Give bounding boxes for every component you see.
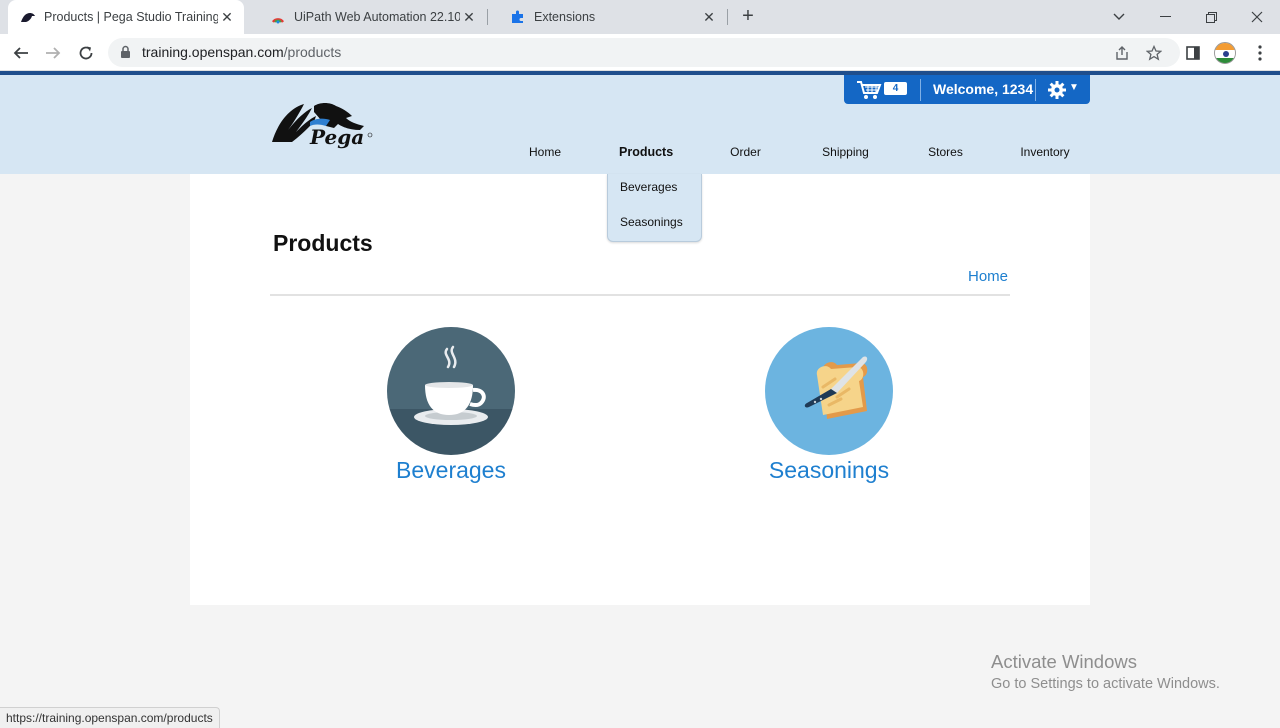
forward-button[interactable] <box>40 40 66 66</box>
close-window-button[interactable] <box>1234 0 1280 34</box>
site-header: Pega 4 Welcome, 1234 ▼ Home Products Ord… <box>0 75 1280 174</box>
restore-button[interactable] <box>1188 0 1234 34</box>
watermark-title: Activate Windows <box>991 651 1137 672</box>
tab-divider <box>727 9 728 25</box>
close-icon[interactable]: ✕ <box>218 9 236 26</box>
category-seasonings[interactable]: Seasonings <box>709 327 949 484</box>
cart-count-badge[interactable]: 4 <box>884 82 907 95</box>
nav-inventory[interactable]: Inventory <box>1020 145 1070 159</box>
category-beverages[interactable]: Beverages <box>331 327 571 484</box>
url-path: /products <box>283 44 342 60</box>
nav-home[interactable]: Home <box>529 145 561 159</box>
breadcrumb-home-link[interactable]: Home <box>968 268 1008 285</box>
tab-title: Extensions <box>534 10 596 24</box>
minimize-button[interactable] <box>1142 0 1188 34</box>
tab-pega-products[interactable]: Products | Pega Studio Training W ✕ <box>8 0 244 34</box>
menu-kebab-icon[interactable] <box>1247 40 1273 66</box>
tab-title: UiPath Web Automation 22.10 - C <box>294 10 460 24</box>
windows-activation-watermark: Activate Windows Go to Settings to activ… <box>991 651 1220 692</box>
new-tab-button[interactable]: + <box>738 6 758 26</box>
side-panel-icon[interactable] <box>1180 40 1206 66</box>
url-host: training.openspan.com <box>142 44 284 60</box>
close-icon[interactable]: ✕ <box>460 9 478 26</box>
divider <box>270 294 1010 296</box>
tab-search-icon[interactable] <box>1096 0 1142 34</box>
divider <box>920 79 921 101</box>
tab-divider <box>487 9 488 25</box>
url-text: training.openspan.com/products <box>142 44 341 60</box>
caret-down-icon[interactable]: ▼ <box>1069 82 1079 93</box>
svg-text:Pega: Pega <box>309 125 364 149</box>
coffee-cup-icon[interactable] <box>387 327 515 455</box>
tab-title: Products | Pega Studio Training W <box>44 10 218 24</box>
category-label[interactable]: Seasonings <box>709 457 949 484</box>
bread-knife-icon[interactable] <box>765 327 893 455</box>
uipath-icon <box>270 9 286 25</box>
tab-uipath[interactable]: UiPath Web Automation 22.10 - C ✕ <box>250 0 486 34</box>
pega-icon <box>20 9 36 25</box>
cart-icon[interactable] <box>856 80 882 105</box>
browser-tab-strip: Products | Pega Studio Training W ✕ UiPa… <box>0 0 1280 34</box>
watermark-subtitle: Go to Settings to activate Windows. <box>991 676 1220 692</box>
page-title: Products <box>273 230 373 256</box>
status-url-bubble: https://training.openspan.com/products <box>0 707 220 728</box>
nav-stores[interactable]: Stores <box>928 145 963 159</box>
pega-logo[interactable]: Pega <box>270 100 374 150</box>
bookmark-star-icon[interactable] <box>1141 40 1167 66</box>
nav-order[interactable]: Order <box>730 145 761 159</box>
products-dropdown-menu: Beverages Seasonings <box>607 174 702 242</box>
reload-button[interactable] <box>73 40 99 66</box>
back-button[interactable] <box>8 40 34 66</box>
browser-toolbar: training.openspan.com/products <box>0 34 1280 71</box>
user-bar: 4 Welcome, 1234 ▼ <box>844 75 1090 104</box>
gear-icon[interactable] <box>1047 80 1067 105</box>
dropdown-item-seasonings[interactable]: Seasonings <box>620 215 683 229</box>
tab-extensions[interactable]: Extensions ✕ <box>490 0 726 34</box>
category-label[interactable]: Beverages <box>331 457 571 484</box>
nav-shipping[interactable]: Shipping <box>822 145 869 159</box>
divider <box>1035 79 1036 101</box>
share-icon[interactable] <box>1109 40 1135 66</box>
close-icon[interactable]: ✕ <box>700 9 718 26</box>
address-bar[interactable]: training.openspan.com/products <box>108 38 1180 67</box>
welcome-text: Welcome, 1234 <box>933 81 1034 97</box>
dropdown-item-beverages[interactable]: Beverages <box>620 180 677 194</box>
nav-products[interactable]: Products <box>619 145 673 159</box>
lock-icon[interactable] <box>120 45 131 64</box>
puzzle-icon <box>510 9 526 25</box>
profile-avatar[interactable] <box>1214 42 1236 64</box>
